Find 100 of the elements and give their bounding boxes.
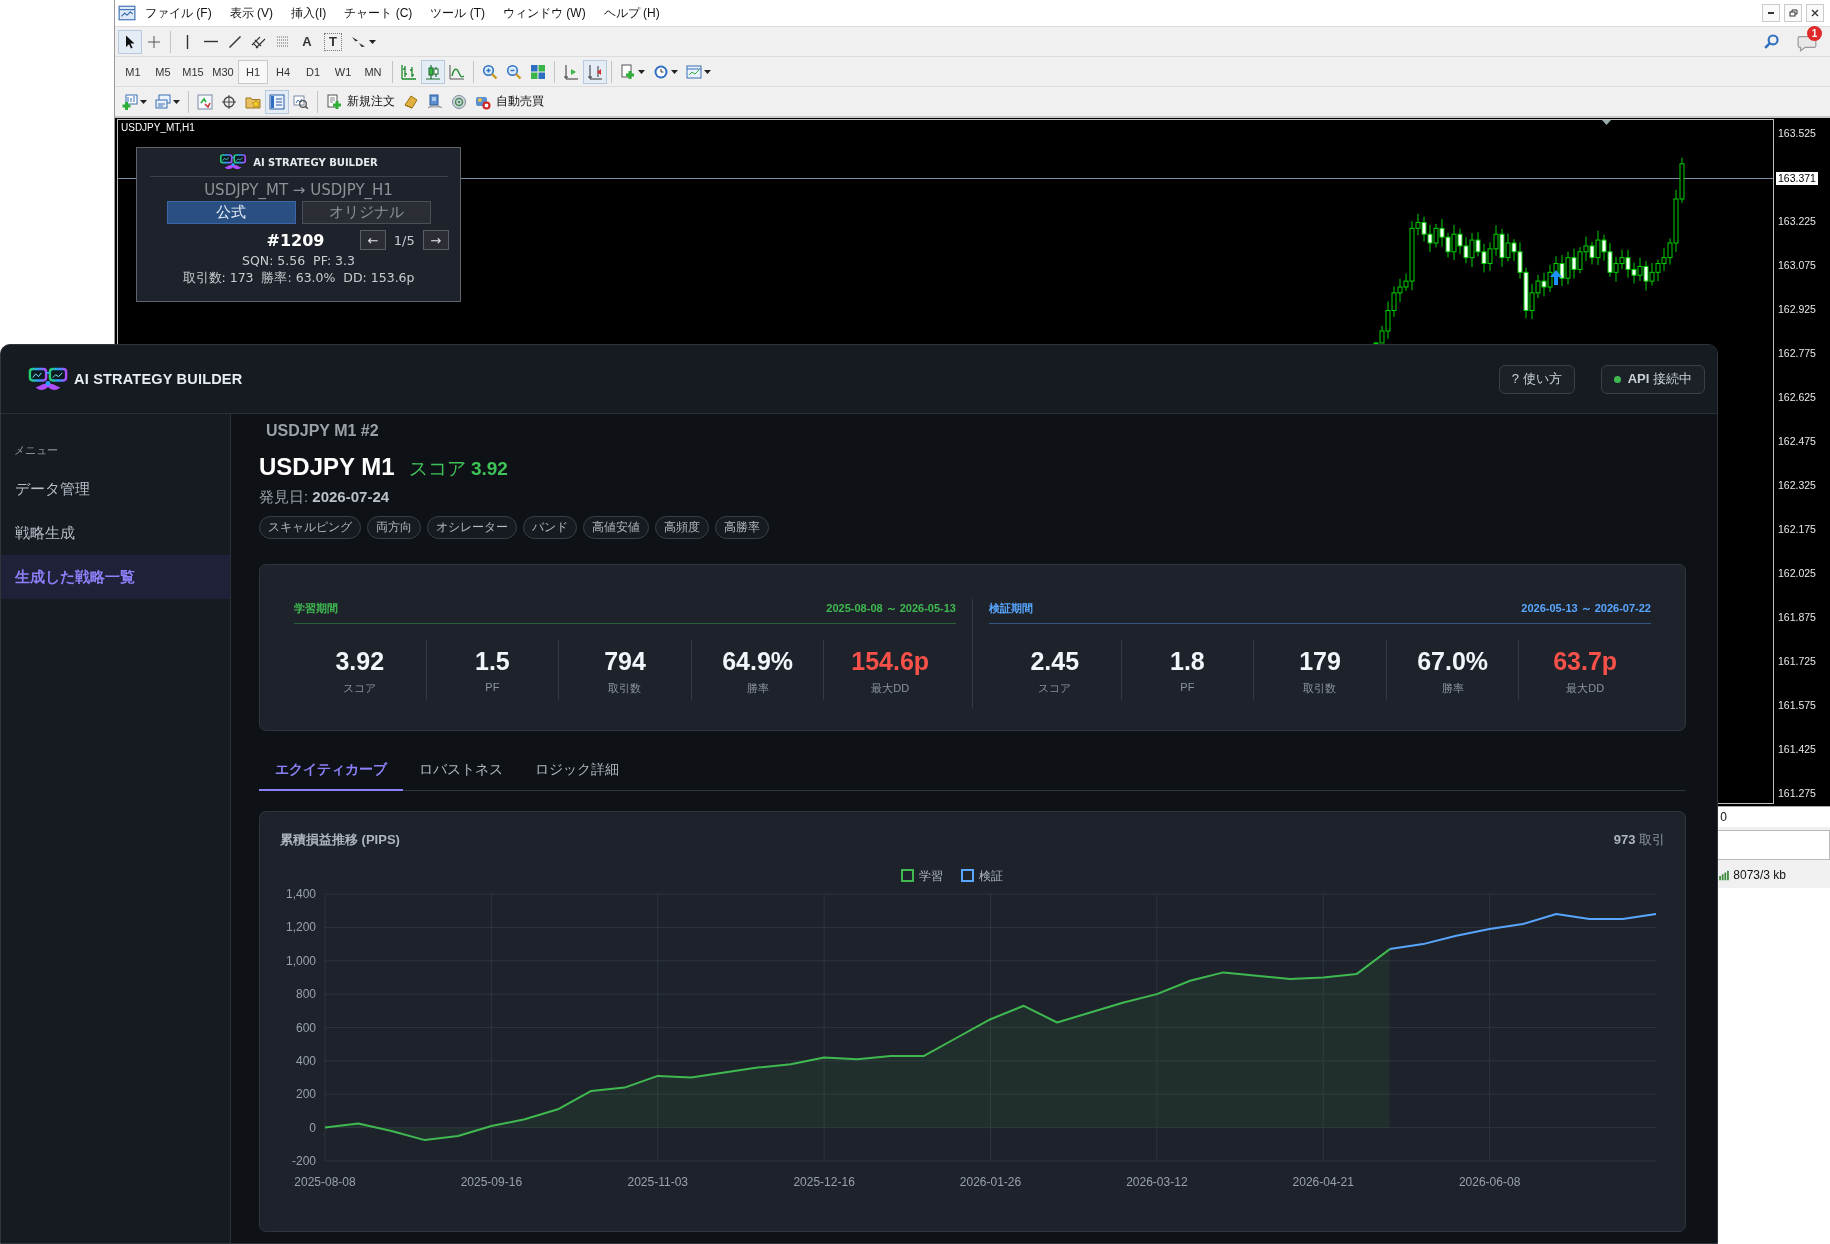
- price-label: 161.275: [1778, 787, 1816, 800]
- stat-label: 取引数: [1303, 681, 1337, 696]
- caret-icon: [638, 69, 645, 74]
- traffic-status: 8073/3 kb: [1733, 868, 1786, 882]
- minimize-button[interactable]: [1762, 4, 1780, 22]
- cursor-button[interactable]: [118, 29, 142, 54]
- x-axis-label: 2025-12-16: [793, 1175, 855, 1189]
- shift-marker-icon: [1602, 120, 1611, 125]
- brand-name: AI STRATEGY BUILDER: [253, 156, 378, 168]
- timeframe-tab[interactable]: D1: [298, 59, 328, 84]
- x-axis-label: 2025-08-08: [294, 1175, 356, 1189]
- stat-label: 勝率: [1441, 681, 1464, 696]
- stat-value: 64.9%: [722, 646, 793, 676]
- menu-item[interactable]: チャート (C): [335, 3, 422, 23]
- y-axis-label: 800: [295, 987, 316, 1002]
- data-window-icon: [269, 93, 285, 110]
- sidebar-item[interactable]: 生成した戦略一覧: [1, 555, 230, 599]
- timeframe-tab[interactable]: M30: [208, 59, 238, 84]
- period-name: 検証期間: [989, 601, 1033, 616]
- vertical-line-icon: [185, 34, 189, 49]
- timeframe-tab[interactable]: MN: [358, 59, 388, 84]
- tag: 高勝率: [715, 516, 769, 539]
- discovery-date: 発見日: 2026-07-24: [259, 487, 391, 507]
- y-axis-label: 600: [295, 1020, 316, 1035]
- stat-label: PF: [485, 681, 500, 693]
- stat-value: 154.6p: [851, 646, 930, 676]
- close-button[interactable]: [1806, 4, 1824, 22]
- eraser-icon: [403, 93, 419, 110]
- tab[interactable]: ロジック詳細: [519, 750, 635, 791]
- tab[interactable]: ロバストネス: [403, 750, 519, 791]
- navigator-icon: [221, 93, 237, 110]
- breadcrumb: USDJPY M1 #2: [266, 421, 380, 441]
- timeframe-tab[interactable]: W1: [328, 59, 358, 84]
- tag: 高値安値: [583, 516, 649, 539]
- data-window-button[interactable]: [265, 89, 289, 114]
- minimize-icon: [1768, 12, 1774, 14]
- previous-button[interactable]: ←: [359, 230, 386, 250]
- legend-label: 検証: [979, 869, 1003, 883]
- x-axis-label: 2026-04-21: [1292, 1175, 1354, 1189]
- menu-item[interactable]: ウィンドウ (W): [494, 3, 595, 23]
- restore-button[interactable]: [1784, 4, 1802, 22]
- market-watch-icon: [197, 93, 213, 110]
- legend-swatch: [961, 869, 974, 882]
- next-button[interactable]: →: [422, 230, 449, 250]
- new-order-icon: [326, 93, 342, 110]
- stat-label: PF: [1180, 681, 1195, 693]
- candlestick-button[interactable]: [421, 59, 445, 84]
- menu-item[interactable]: 挿入(I): [282, 3, 336, 23]
- mode-toggle[interactable]: オリジナル: [301, 201, 431, 224]
- menu-item[interactable]: ファイル (F): [136, 3, 221, 23]
- bar-chart-icon: [401, 63, 417, 80]
- text-tool-button[interactable]: A: [295, 29, 319, 54]
- fibonacci-icon: [275, 33, 291, 50]
- menu-item[interactable]: 表示 (V): [220, 3, 282, 23]
- score-label: スコア 3.92: [408, 457, 508, 481]
- mode-toggle[interactable]: 公式: [166, 201, 296, 224]
- x-axis-label: 2026-01-26: [959, 1175, 1022, 1189]
- timeframe-tab[interactable]: H4: [268, 59, 298, 84]
- tab[interactable]: エクイティカーブ: [259, 750, 403, 791]
- auto-scroll-button[interactable]: [583, 59, 607, 84]
- price-label: 162.925: [1778, 303, 1816, 316]
- brand-name: AI STRATEGY BUILDER: [74, 371, 243, 387]
- y-axis-label: 200: [295, 1087, 316, 1102]
- price-label: 163.225: [1778, 215, 1816, 228]
- signal-icon: [451, 93, 467, 110]
- timeframe-tab[interactable]: H1: [238, 59, 268, 84]
- clock-icon: [653, 63, 669, 80]
- caret-icon: [369, 39, 376, 44]
- tag: 高頻度: [655, 516, 709, 539]
- period-name: 学習期間: [294, 601, 338, 616]
- price-label: 162.775: [1778, 347, 1816, 360]
- x-axis-label: 2026-03-12: [1126, 1175, 1188, 1189]
- tag: オシレーター: [427, 516, 517, 539]
- stat-label: 最大DD: [871, 681, 910, 696]
- sidebar-item[interactable]: データ管理: [1, 467, 230, 511]
- price-label: 161.425: [1778, 743, 1816, 756]
- menu-item[interactable]: ヘルプ (H): [594, 3, 669, 23]
- stat-value: 63.7p: [1553, 646, 1618, 676]
- help-button[interactable]: ? 使い方: [1498, 364, 1575, 394]
- auto-trading-button[interactable]: 自動売買: [471, 89, 548, 114]
- caret-icon: [704, 69, 711, 74]
- chart-title: USDJPY_MT,H1: [121, 122, 195, 133]
- new-order-button[interactable]: 新規注文: [322, 89, 399, 114]
- close-icon: [1810, 8, 1820, 18]
- stat-value: 794: [604, 646, 646, 676]
- strategy-title: USDJPY M1: [259, 452, 395, 482]
- x-axis-label: 2025-11-03: [627, 1175, 688, 1189]
- zoom-out-icon: [506, 63, 522, 80]
- price-label: 161.575: [1778, 699, 1816, 712]
- sidebar-item[interactable]: 戦略生成: [1, 511, 230, 555]
- strategy-id: #1209: [266, 230, 326, 250]
- metrics-text: SQN: 5.56 PF: 3.3: [242, 252, 355, 269]
- timeframe-tab[interactable]: M15: [178, 59, 208, 84]
- price-label: 162.325: [1778, 479, 1816, 492]
- price-label: 162.475: [1778, 435, 1816, 448]
- price-label: 162.025: [1778, 567, 1816, 580]
- timeframe-tab[interactable]: M1: [118, 59, 148, 84]
- menu-item[interactable]: ツール (T): [421, 3, 494, 23]
- timeframe-tab[interactable]: M5: [148, 59, 178, 84]
- text-label-button[interactable]: T: [324, 32, 342, 51]
